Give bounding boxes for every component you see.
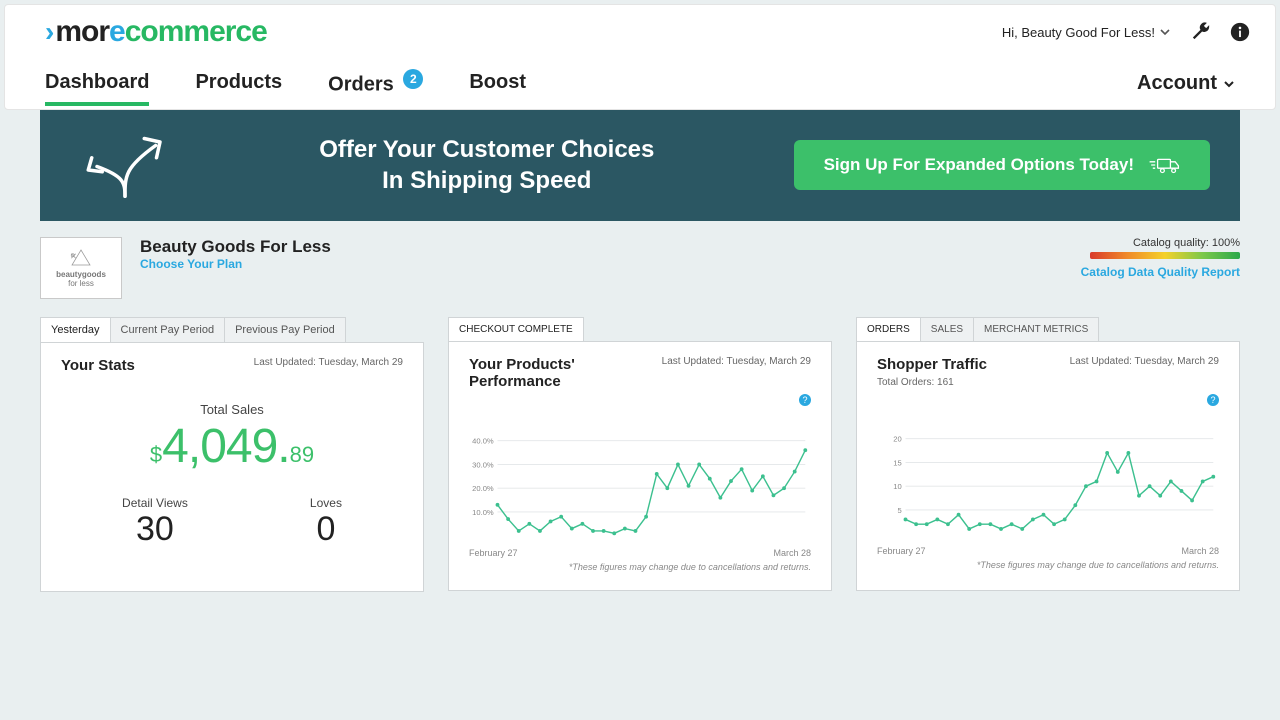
svg-text:20: 20 bbox=[893, 434, 901, 443]
logo-part1: mor bbox=[55, 15, 109, 49]
perf-title: Your Products' Performance bbox=[469, 356, 619, 390]
svg-text:40.0%: 40.0% bbox=[472, 436, 494, 445]
sales-whole: 4,049. bbox=[162, 419, 289, 474]
split-arrows-icon bbox=[70, 128, 180, 203]
traffic-tab-merchant[interactable]: MERCHANT METRICS bbox=[974, 317, 1099, 342]
catalog-quality-bar bbox=[1090, 252, 1240, 259]
your-stats-card: Your Stats Last Updated: Tuesday, March … bbox=[40, 342, 424, 592]
catalog-quality-label: Catalog quality: 100% bbox=[1081, 237, 1240, 249]
tab-boost[interactable]: Boost bbox=[469, 61, 526, 106]
chevron-down-icon bbox=[1223, 78, 1235, 90]
detail-views-label: Detail Views bbox=[122, 496, 188, 510]
help-icon[interactable]: ? bbox=[799, 394, 811, 406]
total-sales-label: Total Sales bbox=[61, 402, 403, 417]
stats-tab-yesterday[interactable]: Yesterday bbox=[40, 317, 111, 343]
store-logo: beautygoods for less bbox=[40, 237, 122, 299]
greeting-dropdown[interactable]: Hi, Beauty Good For Less! bbox=[1002, 25, 1171, 40]
chevron-down-icon bbox=[1159, 26, 1171, 38]
banner-cta-button[interactable]: Sign Up For Expanded Options Today! bbox=[794, 140, 1210, 190]
traffic-updated: Last Updated: Tuesday, March 29 bbox=[1070, 356, 1219, 367]
promo-banner: Offer Your Customer Choices In Shipping … bbox=[40, 110, 1240, 221]
svg-text:30.0%: 30.0% bbox=[472, 460, 494, 469]
traffic-tab-orders[interactable]: ORDERS bbox=[856, 317, 921, 342]
perf-updated: Last Updated: Tuesday, March 29 bbox=[662, 356, 811, 367]
brand-logo[interactable]: › mor e commerce bbox=[45, 15, 267, 49]
store-logo-text2: for less bbox=[68, 279, 94, 288]
stats-tab-previous[interactable]: Previous Pay Period bbox=[225, 317, 346, 343]
traffic-x-start: February 27 bbox=[877, 546, 926, 556]
store-logo-text1: beautygoods bbox=[56, 270, 106, 279]
choose-plan-link[interactable]: Choose Your Plan bbox=[140, 257, 331, 271]
loves-label: Loves bbox=[310, 496, 342, 510]
wrench-icon[interactable] bbox=[1189, 21, 1211, 43]
info-icon[interactable] bbox=[1229, 21, 1251, 43]
tab-dashboard[interactable]: Dashboard bbox=[45, 61, 149, 106]
traffic-chart: 5 10 15 20 bbox=[877, 430, 1219, 550]
stats-tab-current[interactable]: Current Pay Period bbox=[111, 317, 226, 343]
account-label: Account bbox=[1137, 72, 1217, 95]
sales-cents: 89 bbox=[290, 442, 314, 468]
traffic-footnote: *These figures may change due to cancell… bbox=[877, 560, 1219, 570]
total-sales-value: $ 4,049. 89 bbox=[61, 419, 403, 474]
logo-part3: commerce bbox=[125, 15, 267, 49]
currency-symbol: $ bbox=[150, 442, 162, 468]
traffic-tab-sales[interactable]: SALES bbox=[921, 317, 974, 342]
svg-text:15: 15 bbox=[893, 458, 901, 467]
perf-x-start: February 27 bbox=[469, 548, 518, 558]
banner-headline: Offer Your Customer Choices In Shipping … bbox=[210, 134, 764, 196]
svg-text:20.0%: 20.0% bbox=[472, 484, 494, 493]
svg-text:5: 5 bbox=[897, 505, 901, 514]
loves-value: 0 bbox=[310, 510, 342, 549]
banner-line1: Offer Your Customer Choices bbox=[210, 134, 764, 165]
tab-orders-label: Orders bbox=[328, 74, 394, 96]
logo-part2: e bbox=[109, 15, 125, 49]
performance-chart: 10.0% 20.0% 30.0% 40.0% bbox=[469, 432, 811, 552]
detail-views-value: 30 bbox=[122, 510, 188, 549]
greeting-text: Hi, Beauty Good For Less! bbox=[1002, 25, 1155, 40]
traffic-x-end: March 28 bbox=[1181, 546, 1219, 556]
perf-x-end: March 28 bbox=[773, 548, 811, 558]
account-menu[interactable]: Account bbox=[1137, 72, 1235, 95]
catalog-quality-link[interactable]: Catalog Data Quality Report bbox=[1081, 265, 1240, 279]
perf-tab-checkout[interactable]: CHECKOUT COMPLETE bbox=[448, 317, 584, 342]
performance-card: Your Products' Performance Last Updated:… bbox=[448, 341, 832, 591]
svg-text:10: 10 bbox=[893, 482, 901, 491]
traffic-card: Shopper Traffic Total Orders: 161 Last U… bbox=[856, 341, 1240, 591]
traffic-sub: Total Orders: 161 bbox=[877, 377, 1219, 388]
banner-line2: In Shipping Speed bbox=[210, 165, 764, 196]
store-name: Beauty Goods For Less bbox=[140, 237, 331, 257]
tab-orders[interactable]: Orders 2 bbox=[328, 59, 423, 109]
chevron-right-icon: › bbox=[45, 16, 53, 48]
svg-text:10.0%: 10.0% bbox=[472, 507, 494, 516]
stats-updated: Last Updated: Tuesday, March 29 bbox=[254, 357, 403, 368]
orders-badge: 2 bbox=[403, 69, 423, 89]
help-icon[interactable]: ? bbox=[1207, 394, 1219, 406]
shipping-truck-icon bbox=[1148, 154, 1180, 176]
tab-products[interactable]: Products bbox=[195, 61, 282, 106]
banner-cta-label: Sign Up For Expanded Options Today! bbox=[824, 155, 1134, 175]
perf-footnote: *These figures may change due to cancell… bbox=[469, 562, 811, 572]
